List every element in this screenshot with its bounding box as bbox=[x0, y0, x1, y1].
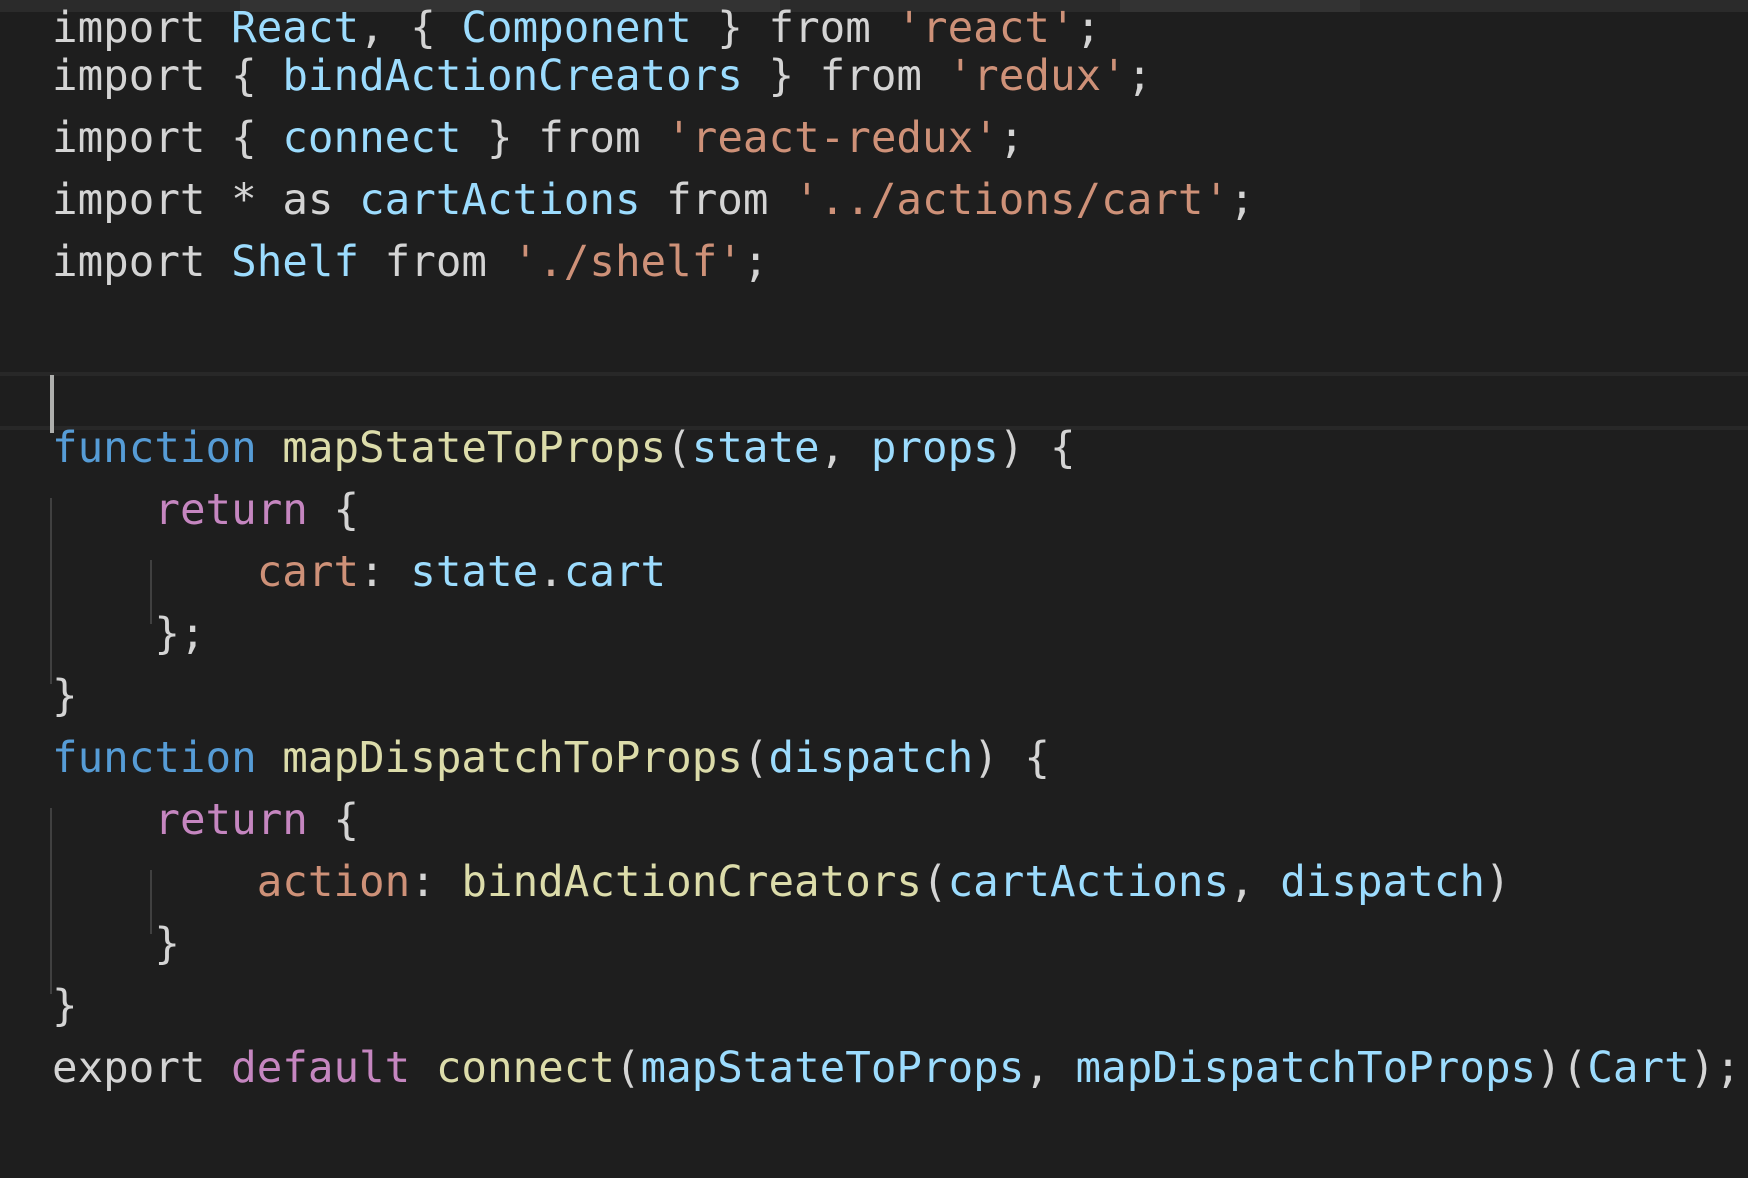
code-token: } bbox=[742, 52, 820, 101]
code-token: { bbox=[231, 52, 283, 101]
code-token: bindActionCreators bbox=[461, 858, 922, 907]
code-line[interactable]: function mapStateToProps(state, props) { bbox=[52, 418, 1741, 480]
code-token: , bbox=[1024, 1044, 1076, 1093]
code-token: '../actions/cart' bbox=[794, 176, 1230, 225]
code-line[interactable]: action: bindActionCreators(cartActions, … bbox=[52, 852, 1741, 914]
code-token: as bbox=[282, 176, 360, 225]
code-token: Cart bbox=[1587, 1044, 1690, 1093]
code-line[interactable]: export default connect(mapStateToProps, … bbox=[52, 1038, 1741, 1100]
code-token: from bbox=[819, 52, 948, 101]
code-token: } bbox=[52, 982, 78, 1031]
code-token: props bbox=[870, 424, 999, 473]
code-content[interactable]: import React, { Component } from 'react'… bbox=[52, 7, 1741, 1100]
code-token: cartActions bbox=[947, 858, 1230, 907]
code-token: : bbox=[410, 858, 462, 907]
code-line[interactable]: import { connect } from 'react-redux'; bbox=[52, 108, 1741, 170]
code-token: import bbox=[52, 238, 232, 287]
code-line[interactable]: import { bindActionCreators } from 'redu… bbox=[52, 46, 1741, 108]
code-token: default bbox=[231, 1044, 436, 1093]
code-token: function bbox=[52, 424, 283, 473]
code-line[interactable]: return { bbox=[52, 480, 1741, 542]
code-token: from bbox=[640, 176, 795, 225]
code-token: { bbox=[307, 796, 360, 845]
code-token: import bbox=[52, 52, 232, 101]
code-token: } bbox=[461, 114, 539, 163]
code-line[interactable]: function mapDispatchToProps(dispatch) { bbox=[52, 728, 1741, 790]
code-token: mapStateToProps bbox=[640, 1044, 1025, 1093]
code-token: Shelf bbox=[231, 238, 360, 287]
code-token: ; bbox=[1126, 52, 1153, 101]
code-token: dispatch bbox=[768, 734, 974, 783]
code-line[interactable] bbox=[52, 356, 1741, 418]
code-line[interactable]: } bbox=[52, 914, 1741, 976]
code-token: { bbox=[307, 486, 360, 535]
code-token: } bbox=[52, 672, 78, 721]
code-token: , bbox=[819, 424, 871, 473]
code-token: }; bbox=[52, 610, 206, 659]
code-token: './shelf' bbox=[512, 238, 743, 287]
code-token: connect bbox=[435, 1044, 615, 1093]
code-token: return bbox=[154, 796, 308, 845]
tab-bar-segment bbox=[1120, 0, 1360, 12]
code-token: from bbox=[538, 114, 667, 163]
code-line[interactable]: } bbox=[52, 666, 1741, 728]
code-token: ( bbox=[666, 424, 692, 473]
code-token: ( bbox=[922, 858, 948, 907]
code-line[interactable]: } bbox=[52, 976, 1741, 1038]
code-token: action bbox=[256, 858, 411, 907]
code-token: ) { bbox=[973, 734, 1050, 783]
code-token: 'redux' bbox=[947, 52, 1127, 101]
code-token: cart bbox=[256, 548, 360, 597]
code-line[interactable]: }; bbox=[52, 604, 1741, 666]
code-token: : bbox=[359, 548, 411, 597]
code-line[interactable]: import Shelf from './shelf'; bbox=[52, 232, 1741, 294]
code-token: { bbox=[231, 114, 283, 163]
code-token: ; bbox=[742, 238, 769, 287]
code-token: cartActions bbox=[359, 176, 641, 225]
code-line[interactable]: return { bbox=[52, 790, 1741, 852]
code-token: return bbox=[154, 486, 308, 535]
code-token: state bbox=[410, 548, 539, 597]
code-token: mapDispatchToProps bbox=[1075, 1044, 1537, 1093]
code-token: 'react-redux' bbox=[666, 114, 999, 163]
code-token: export bbox=[52, 1044, 232, 1093]
code-token: ; bbox=[998, 114, 1025, 163]
code-token: ) { bbox=[998, 424, 1076, 473]
code-line[interactable]: cart: state.cart bbox=[52, 542, 1741, 604]
code-token: )( bbox=[1536, 1044, 1588, 1093]
code-token: . bbox=[538, 548, 564, 597]
code-line[interactable]: import React, { Component } from 'react'… bbox=[52, 7, 1741, 50]
code-token: ( bbox=[742, 734, 769, 783]
code-token: } bbox=[52, 920, 180, 969]
code-token: ); bbox=[1689, 1044, 1741, 1093]
code-token: import bbox=[52, 176, 232, 225]
code-line[interactable]: import * as cartActions from '../actions… bbox=[52, 170, 1741, 232]
code-editor[interactable]: import React, { Component } from 'react'… bbox=[0, 7, 1748, 1178]
code-token: connect bbox=[282, 114, 462, 163]
code-token: mapStateToProps bbox=[282, 424, 667, 473]
code-token: ( bbox=[614, 1044, 641, 1093]
code-token: * bbox=[231, 176, 283, 225]
code-token: mapDispatchToProps bbox=[282, 734, 743, 783]
code-token: ) bbox=[1484, 858, 1511, 907]
code-token: bindActionCreators bbox=[282, 52, 743, 101]
code-token: ; bbox=[1229, 176, 1255, 225]
code-token: from bbox=[359, 238, 513, 287]
code-token: cart bbox=[563, 548, 667, 597]
code-token: function bbox=[52, 734, 283, 783]
code-token: state bbox=[691, 424, 820, 473]
code-token: import bbox=[52, 114, 232, 163]
code-line[interactable] bbox=[52, 294, 1741, 356]
code-token: , bbox=[1229, 858, 1281, 907]
code-token: dispatch bbox=[1280, 858, 1485, 907]
